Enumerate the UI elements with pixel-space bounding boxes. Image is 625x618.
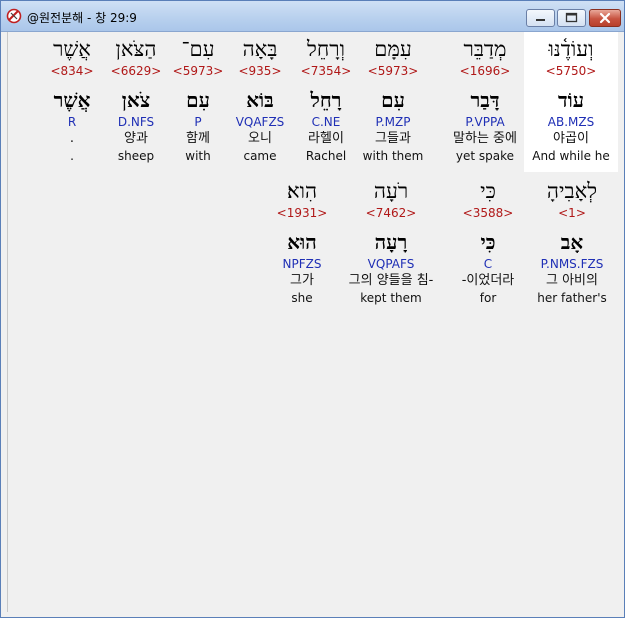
hebrew-word: הַצֹּאן [115,37,157,61]
lemma: אֲשֶׁר [53,88,91,112]
english-gloss: kept them [360,291,422,305]
strong-number[interactable]: <7462> [334,205,448,221]
english-gloss: for [479,291,497,305]
word-cell[interactable]: אֲשֶׁר <834> אֲשֶׁר R . . [44,36,100,164]
title-bar[interactable]: @원전분해 - 창 29:9 [1,1,624,32]
english-gloss: . [70,149,74,163]
strong-number[interactable]: <1> [524,205,620,221]
english-gloss: with them [362,149,424,163]
english-gloss: she [291,291,313,305]
word-cell[interactable]: עִם־ <5973> עִם P 함께 with [168,36,228,164]
strong-number[interactable]: <7354> [293,63,359,79]
word-cell[interactable]: הִוא׃ <1931> הוּא NPFZS 그가 she [270,178,334,306]
morphology-code: P.VPPA [465,115,505,129]
lemma: עִם [186,88,210,112]
close-button[interactable] [589,9,621,27]
morphology-code: R [67,115,77,129]
strong-number[interactable]: <5973> [358,63,428,79]
lemma: עִם [381,88,405,112]
app-window: @원전분해 - 창 29:9 וְעוֹדֶ֫נּוּ <5750> עוֹד … [0,0,625,618]
hebrew-word: אֲשֶׁר [53,37,91,61]
maximize-button[interactable] [557,9,586,27]
lemma: צֹאן [121,88,151,112]
hebrew-word: כִּי [480,179,496,203]
word-cell[interactable]: וְעוֹדֶ֫נּוּ <5750> עוֹד AB.MZS 야곱이 And … [528,36,614,164]
morphology-code: NPFZS [282,257,322,271]
minimize-button[interactable] [526,9,555,27]
strong-number[interactable]: <3588> [448,205,528,221]
english-gloss: And while he [532,149,610,163]
strong-number[interactable]: <5973> [168,63,228,79]
analysis-pane: וְעוֹדֶ֫נּוּ <5750> עוֹד AB.MZS 야곱이 And … [7,32,619,612]
morphology-code: VQPAFS [367,257,415,271]
korean-gloss: 함께 [186,131,210,146]
hebrew-word: הִוא׃ [286,179,318,203]
strong-number[interactable]: <935> [230,63,290,79]
strong-number[interactable]: <5750> [528,63,614,79]
morphology-code: D.NFS [117,115,155,129]
morphology-code: VQAFZS [235,115,285,129]
word-cell[interactable]: וְרָחֵל <7354> רָחֵל C.NE 라헬이 Rachel [293,36,359,164]
morphology-code: P.NMS.FZS [540,257,604,271]
word-cell[interactable]: כִּי <3588> כִּי C -이었더라 for [448,178,528,306]
window-title: @원전분해 - 창 29:9 [27,11,137,25]
english-gloss: sheep [117,149,155,163]
strong-number[interactable]: <6629> [106,63,166,79]
word-cell[interactable]: רֹעָה <7462> רָעָה VQPAFS 그의 양들을 침- kept… [334,178,448,306]
lemma: הוּא [287,230,317,254]
korean-gloss: 야곱이 [553,131,589,146]
word-cell[interactable]: בָּאָה <935> בּוֹא VQAFZS 오니 came [230,36,290,164]
english-gloss: came [243,149,277,163]
korean-gloss: -이었더라 [461,273,515,288]
english-gloss: her father's [537,291,607,305]
korean-gloss: 오니 [248,131,272,146]
morphology-code: C [483,257,493,271]
app-icon [6,8,22,24]
lemma: רָעָה [374,230,408,254]
korean-gloss: 양과 [124,131,148,146]
morphology-code: C.NE [311,115,341,129]
word-cell[interactable]: עִמָּם <5973> עִם P.MZP 그들과 with them [358,36,428,164]
strong-number[interactable]: <1931> [270,205,334,221]
hebrew-word: לְאָבִיהָ [546,179,598,203]
lemma: בּוֹא [246,88,274,112]
lemma: כִּי [480,230,496,254]
strong-number[interactable]: <834> [44,63,100,79]
hebrew-word: וְעוֹדֶ֫נּוּ [548,37,594,61]
korean-gloss: . [69,131,75,146]
word-cell[interactable]: לְאָבִיהָ <1> אָב P.NMS.FZS 그 아비의 her fa… [524,178,620,306]
lemma: עוֹד [557,88,585,112]
english-gloss: Rachel [305,149,347,163]
lemma: דָּבַר [470,88,500,112]
lemma: אָב [560,230,584,254]
english-gloss: yet spake [455,149,515,163]
maximize-icon [565,12,578,23]
word-cell[interactable]: מְדַבֵּר <1696> דָּבַר P.VPPA 말하는 중에 yet… [434,36,536,164]
morphology-code: P.MZP [375,115,411,129]
korean-gloss: 말하는 중에 [453,131,517,146]
close-icon [599,12,611,24]
hebrew-word: עִם־ [181,37,215,61]
hebrew-word: וְרָחֵל [307,37,345,61]
korean-gloss: 그의 양들을 침- [348,273,434,288]
hebrew-word: עִמָּם [374,37,412,61]
lemma: רָחֵל [310,88,342,112]
minimize-icon [536,19,545,21]
korean-gloss: 그들과 [375,131,411,146]
morphology-code: P [194,115,202,129]
korean-gloss: 라헬이 [308,131,344,146]
korean-gloss: 그 아비의 [546,273,598,288]
morphology-code: AB.MZS [547,115,595,129]
hebrew-word: בָּאָה [242,37,278,61]
korean-gloss: 그가 [290,273,314,288]
hebrew-word: רֹעָה [373,179,409,203]
english-gloss: with [185,149,211,163]
word-cell[interactable]: הַצֹּאן <6629> צֹאן D.NFS 양과 sheep [106,36,166,164]
hebrew-word: מְדַבֵּר [463,37,507,61]
strong-number[interactable]: <1696> [434,63,536,79]
